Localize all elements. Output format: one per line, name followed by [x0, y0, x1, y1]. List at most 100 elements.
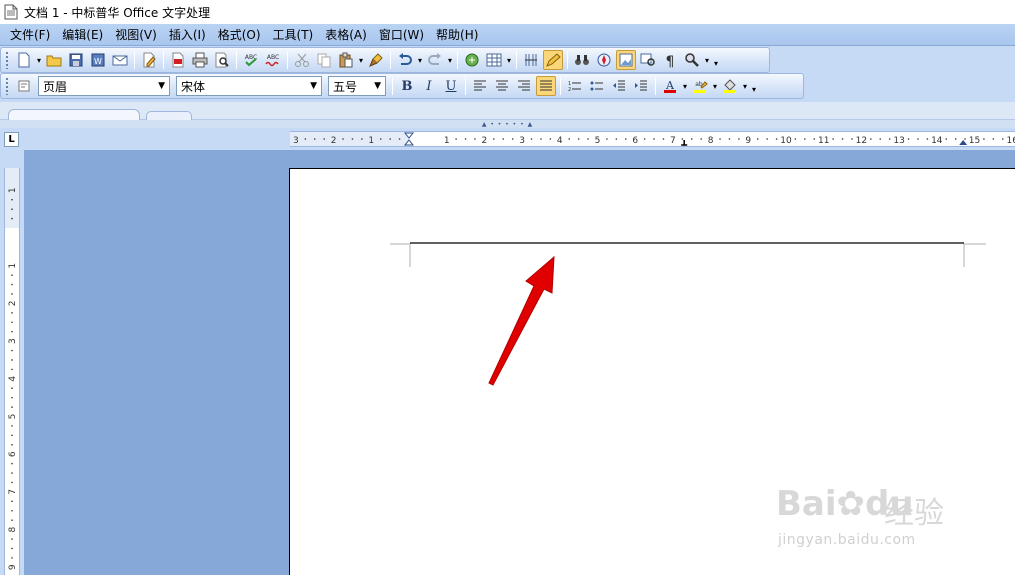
cut-button[interactable]	[292, 50, 312, 70]
ruler-tick	[11, 293, 13, 295]
font-name-combo[interactable]: 宋体 ▼	[176, 76, 322, 96]
toolbar-grip[interactable]	[5, 51, 9, 69]
auto-spell-check-button[interactable]: ABC	[263, 50, 283, 70]
open-button[interactable]	[44, 50, 64, 70]
ruler-tick	[351, 138, 354, 140]
menu-tools[interactable]: 工具(T)	[267, 24, 320, 46]
zoom-button[interactable]	[682, 50, 702, 70]
font-size-combo[interactable]: 五号 ▼	[328, 76, 386, 96]
format-painter-button[interactable]	[366, 50, 386, 70]
toolbar-separator	[163, 51, 164, 69]
ruler-tick	[719, 138, 721, 140]
menu-view[interactable]: 视图(V)	[109, 24, 163, 46]
menu-file[interactable]: 文件(F)	[4, 24, 56, 46]
bold-button[interactable]: B	[397, 76, 417, 96]
menu-edit[interactable]: 编辑(E)	[56, 24, 109, 46]
new-document-button[interactable]	[14, 50, 34, 70]
undo-button[interactable]	[395, 50, 415, 70]
ruler-row: L 32112345678910111213141516	[0, 128, 1015, 150]
center-tab-marker[interactable]	[681, 140, 688, 146]
columns-button[interactable]	[521, 50, 541, 70]
menu-table[interactable]: 表格(A)	[319, 24, 373, 46]
ruler-tick	[662, 138, 665, 140]
print-preview-button[interactable]	[212, 50, 232, 70]
toolbar-options-chevron[interactable]: ▾	[749, 76, 759, 96]
align-center-button[interactable]	[492, 76, 512, 96]
drawing-button[interactable]	[543, 50, 563, 70]
menu-help[interactable]: 帮助(H)	[430, 24, 484, 46]
save-button[interactable]	[66, 50, 86, 70]
underline-button[interactable]: U	[441, 76, 461, 96]
ruler-tick	[11, 538, 13, 540]
ruler-tick	[502, 138, 505, 140]
styles-icon	[18, 80, 30, 92]
collapse-handle[interactable]: ▲ • • • • • ▲	[0, 120, 1015, 128]
right-indent-marker[interactable]	[959, 140, 968, 145]
align-right-button[interactable]	[514, 76, 534, 96]
ruler-tick	[926, 138, 929, 140]
italic-button[interactable]: I	[419, 76, 439, 96]
data-sources-button[interactable]	[638, 50, 658, 70]
redo-button[interactable]	[425, 50, 445, 70]
save-as-button[interactable]: W	[88, 50, 108, 70]
paw-icon: ✿	[836, 484, 866, 524]
zoom-dropdown-arrow[interactable]: ▾	[703, 50, 711, 70]
ruler-label: 6	[8, 451, 18, 457]
toolbar-grip[interactable]	[5, 77, 9, 95]
table-dropdown-arrow[interactable]: ▾	[505, 50, 513, 70]
ruler-tick	[11, 349, 13, 352]
redo-dropdown-arrow[interactable]: ▾	[446, 50, 454, 70]
email-button[interactable]	[110, 50, 130, 70]
menu-window[interactable]: 窗口(W)	[373, 24, 430, 46]
insert-table-button[interactable]	[484, 50, 504, 70]
justify-button[interactable]	[536, 76, 556, 96]
decrease-indent-button[interactable]	[609, 76, 629, 96]
toolbar-options-chevron[interactable]: ▾	[711, 50, 721, 70]
hyperlink-button[interactable]	[462, 50, 482, 70]
font-color-dropdown-arrow[interactable]: ▾	[681, 76, 689, 96]
copy-button[interactable]	[314, 50, 334, 70]
ruler-tick	[804, 138, 806, 140]
bullets-button[interactable]	[587, 76, 607, 96]
document-tab[interactable]	[8, 109, 140, 120]
highlight-button[interactable]: ab	[690, 76, 710, 96]
ruler-tick	[888, 138, 891, 140]
edit-document-button[interactable]	[139, 50, 159, 70]
paste-button[interactable]	[336, 50, 356, 70]
numbering-button[interactable]: 12	[565, 76, 585, 96]
paste-dropdown-arrow[interactable]: ▾	[357, 50, 365, 70]
undo-dropdown-arrow[interactable]: ▾	[416, 50, 424, 70]
ruler-tick	[361, 138, 363, 140]
ruler-tick	[643, 138, 646, 140]
navigator-button[interactable]	[594, 50, 614, 70]
print-button[interactable]	[190, 50, 210, 70]
ruler-label: 1	[8, 187, 18, 193]
export-pdf-button[interactable]	[168, 50, 188, 70]
ruler-tick	[11, 434, 13, 437]
document-tab-bar	[0, 102, 1015, 120]
tab-stop-selector[interactable]: L	[4, 132, 19, 147]
menu-format[interactable]: 格式(O)	[212, 24, 267, 46]
background-color-dropdown-arrow[interactable]: ▾	[741, 76, 749, 96]
find-button[interactable]	[572, 50, 592, 70]
align-left-button[interactable]	[470, 76, 490, 96]
ruler-tick	[568, 138, 571, 140]
chevron-down-icon: ▼	[158, 81, 165, 91]
background-color-button[interactable]	[720, 76, 740, 96]
paragraph-style-combo[interactable]: 页眉 ▼	[38, 76, 170, 96]
styles-button[interactable]	[14, 76, 34, 96]
horizontal-ruler[interactable]: 32112345678910111213141516	[290, 131, 1015, 147]
document-tab-secondary[interactable]	[146, 111, 192, 120]
font-color-button[interactable]: A	[660, 76, 680, 96]
columns-icon	[525, 54, 537, 66]
increase-indent-button[interactable]	[631, 76, 651, 96]
new-dropdown-arrow[interactable]: ▾	[35, 50, 43, 70]
highlight-dropdown-arrow[interactable]: ▾	[711, 76, 719, 96]
toolbar-separator	[465, 77, 466, 95]
spell-check-button[interactable]: ABC	[241, 50, 261, 70]
gallery-button[interactable]	[616, 50, 636, 70]
vertical-ruler[interactable]: 1 1 2 3 4 5 6 7 8 9	[4, 168, 20, 575]
menu-insert[interactable]: 插入(I)	[163, 24, 212, 46]
print-preview-icon	[215, 52, 229, 68]
formatting-marks-button[interactable]: ¶	[660, 50, 680, 70]
